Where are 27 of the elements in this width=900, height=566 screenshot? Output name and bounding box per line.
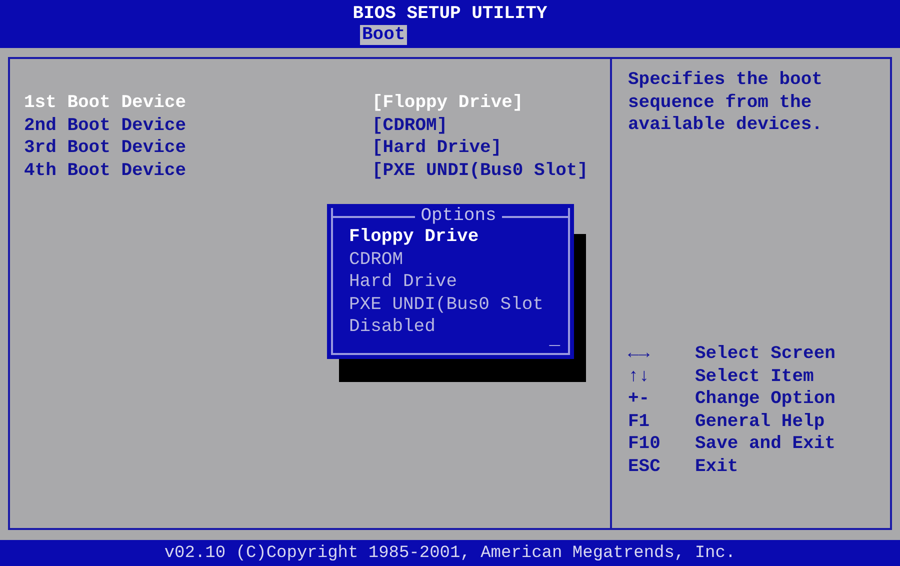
option-item[interactable]: CDROM (349, 248, 568, 271)
key-action: Save and Exit (695, 433, 836, 456)
key-name: ←→ (628, 343, 651, 366)
key-action: Select Item (695, 366, 814, 388)
menu-tab[interactable]: Boot (360, 25, 408, 45)
key-name: +- (628, 388, 651, 410)
setting-label[interactable]: 3rd Boot Device (24, 137, 372, 160)
key-action: General Help (695, 410, 825, 433)
key-action: Select Screen (695, 343, 836, 366)
key-name: F1 (628, 410, 651, 433)
option-item[interactable]: Floppy Drive (349, 226, 568, 248)
option-item[interactable]: PXE UNDI(Bus0 Slot (349, 294, 568, 316)
window-title: BIOS SETUP UTILITY (352, 3, 548, 25)
setting-value[interactable]: [Hard Drive] (372, 137, 502, 160)
key-name: ESC (628, 456, 662, 478)
copyright-text: v02.10 (C)Copyright 1985-2001, American Megatrends, Inc. (164, 544, 736, 562)
setting-label[interactable]: 2nd Boot Device (24, 114, 372, 137)
setting-value[interactable]: [CDROM] (372, 114, 448, 137)
help-text: Specifies the boot sequence from the available devices. (628, 69, 824, 136)
key-action: Change Option (695, 388, 836, 410)
popup-title: Options (414, 206, 502, 226)
key-name: F10 (628, 433, 662, 456)
setting-value[interactable]: [PXE UNDI(Bus0 Slot] (372, 160, 588, 182)
option-item[interactable]: Hard Drive (349, 271, 568, 294)
key-name: ↑↓ (628, 366, 651, 388)
setting-label[interactable]: 4th Boot Device (24, 160, 372, 182)
key-action: Exit (695, 456, 738, 478)
